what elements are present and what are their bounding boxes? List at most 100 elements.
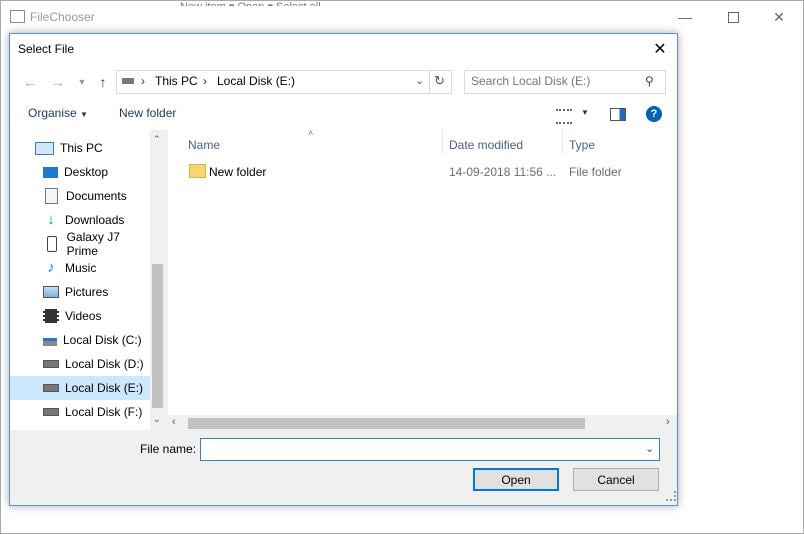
cancel-button[interactable]: Cancel <box>573 468 659 491</box>
file-name-cell: New folder <box>209 165 267 179</box>
scroll-right-icon[interactable]: › <box>666 416 670 428</box>
dialog-close-icon[interactable]: ✕ <box>644 35 676 63</box>
file-row-new-folder[interactable]: New folder 14-09-2018 11:56 ... File fol… <box>186 162 666 182</box>
column-divider[interactable] <box>562 130 563 154</box>
sort-ascending-icon: ˄ <box>308 128 314 138</box>
nav-item-music[interactable]: ♪ Music <box>10 256 150 280</box>
search-icon[interactable]: ⚲ <box>645 74 654 88</box>
nav-item-disk-f[interactable]: Local Disk (F:) <box>10 400 150 424</box>
dialog-titlebar: Select File ✕ <box>10 34 677 64</box>
open-button[interactable]: Open <box>473 468 559 491</box>
preview-pane-icon[interactable] <box>610 108 626 121</box>
file-date-cell: 14-09-2018 11:56 ... <box>449 165 557 179</box>
music-icon: ♪ <box>47 259 55 276</box>
app-icon <box>10 10 25 23</box>
up-arrow-icon[interactable]: ↑ <box>93 73 113 91</box>
background-window-title: FileChooser <box>30 10 95 24</box>
file-list: ˄ Name Date modified Type New folder 14-… <box>168 128 677 415</box>
drive-icon <box>43 408 59 416</box>
desktop-icon <box>43 166 58 178</box>
column-divider[interactable] <box>442 130 443 154</box>
crumb-separator-icon: › <box>203 74 207 88</box>
scrollbar-thumb[interactable] <box>188 418 585 429</box>
windows-drive-icon <box>43 338 57 346</box>
nav-item-documents[interactable]: Documents <box>10 184 150 208</box>
scroll-down-icon[interactable]: ⌄ <box>153 414 161 425</box>
scrollbar-thumb[interactable] <box>152 264 163 408</box>
horizontal-scrollbar[interactable]: ‹ › <box>168 415 677 431</box>
crumb-separator-icon: › <box>141 74 145 88</box>
chevron-down-icon: ▼ <box>80 110 88 119</box>
organise-label: Organise <box>28 106 77 120</box>
file-name-dropdown-icon[interactable]: ⌄ <box>645 442 654 455</box>
nav-item-label: Galaxy J7 Prime <box>66 230 120 258</box>
refresh-icon[interactable]: ↻ <box>434 73 445 89</box>
downloads-icon: ↓ <box>47 211 55 228</box>
nav-item-label: Local Disk (F:) <box>65 405 143 419</box>
background-toolbar-strip: New item ▾ Open ▾ Select all <box>180 0 560 6</box>
nav-item-downloads[interactable]: ↓ Downloads <box>10 208 150 232</box>
drive-icon <box>43 360 59 368</box>
close-window-icon[interactable]: ✕ <box>756 4 802 30</box>
navigation-scrollbar[interactable]: ⌃ ⌄ <box>150 130 165 430</box>
nav-item-label: Local Disk (C:) <box>63 333 142 347</box>
help-icon[interactable]: ? <box>646 106 662 122</box>
nav-item-desktop[interactable]: Desktop <box>10 160 150 184</box>
search-input[interactable] <box>471 73 641 89</box>
back-arrow-icon[interactable]: ← <box>20 73 40 91</box>
file-name-combobox[interactable]: ⌄ <box>200 438 660 461</box>
nav-item-label: This PC <box>60 141 103 155</box>
nav-item-label: Music <box>65 261 97 275</box>
crumb-this-pc[interactable]: This PC <box>155 74 198 88</box>
file-name-field[interactable] <box>205 441 635 457</box>
pictures-icon <box>43 286 59 298</box>
forward-arrow-icon[interactable]: → <box>48 73 68 91</box>
organise-button[interactable]: Organise ▼ <box>28 106 88 120</box>
nav-item-label: Videos <box>65 309 102 323</box>
videos-icon <box>43 309 59 323</box>
nav-item-label: Downloads <box>65 213 125 227</box>
nav-item-videos[interactable]: Videos <box>10 304 150 328</box>
file-dialog: Select File ✕ ← → ▼ ↑ › This PC › Local … <box>9 33 678 506</box>
command-toolbar: Organise ▼ New folder ▼ ? <box>10 100 677 131</box>
nav-item-label: Documents <box>66 189 127 203</box>
scroll-left-icon[interactable]: ‹ <box>172 416 176 428</box>
drive-small-icon <box>122 78 134 84</box>
resize-grip-icon[interactable] <box>666 491 676 501</box>
recent-dropdown-icon[interactable]: ▼ <box>72 73 92 91</box>
address-bar[interactable]: › This PC › Local Disk (E:) ⌄ ↻ <box>116 70 452 94</box>
column-header-type[interactable]: Type <box>569 138 595 152</box>
view-dropdown-icon[interactable]: ▼ <box>581 108 589 117</box>
documents-icon <box>45 188 58 204</box>
computer-icon <box>35 141 54 155</box>
column-header-name[interactable]: Name <box>188 138 220 152</box>
drive-icon <box>43 384 59 392</box>
phone-icon <box>47 236 57 252</box>
search-box[interactable]: ⚲ <box>464 70 666 94</box>
nav-item-label: Pictures <box>65 285 109 299</box>
nav-item-pictures[interactable]: Pictures <box>10 280 150 304</box>
nav-item-label: Desktop <box>64 165 109 179</box>
scroll-up-icon[interactable]: ⌃ <box>153 134 161 145</box>
dialog-footer: File name: ⌄ Open Cancel <box>10 431 677 505</box>
column-header-date[interactable]: Date modified <box>449 138 523 152</box>
minimize-icon[interactable]: — <box>662 4 708 30</box>
view-options-icon[interactable] <box>556 109 572 124</box>
crumb-local-disk-e[interactable]: Local Disk (E:) <box>217 74 295 88</box>
nav-item-label: Local Disk (E:) <box>65 381 144 395</box>
nav-item-galaxy[interactable]: Galaxy J7 Prime <box>10 230 150 258</box>
new-folder-button[interactable]: New folder <box>119 106 176 120</box>
address-divider <box>429 71 430 93</box>
address-dropdown-icon[interactable]: ⌄ <box>415 74 424 87</box>
nav-item-disk-d[interactable]: Local Disk (D:) <box>10 352 150 376</box>
file-name-label: File name: <box>140 442 197 456</box>
nav-item-label: Local Disk (D:) <box>65 357 144 371</box>
file-type-cell: File folder <box>569 165 622 179</box>
nav-item-disk-c[interactable]: Local Disk (C:) <box>10 328 150 352</box>
folder-icon <box>189 164 206 178</box>
navigation-pane: This PC Desktop Documents ↓ Downloads Ga… <box>10 130 165 430</box>
nav-item-this-pc[interactable]: This PC <box>10 136 150 160</box>
dialog-title: Select File <box>18 42 75 56</box>
maximize-icon[interactable] <box>710 4 756 30</box>
nav-item-disk-e[interactable]: Local Disk (E:) <box>10 376 150 400</box>
